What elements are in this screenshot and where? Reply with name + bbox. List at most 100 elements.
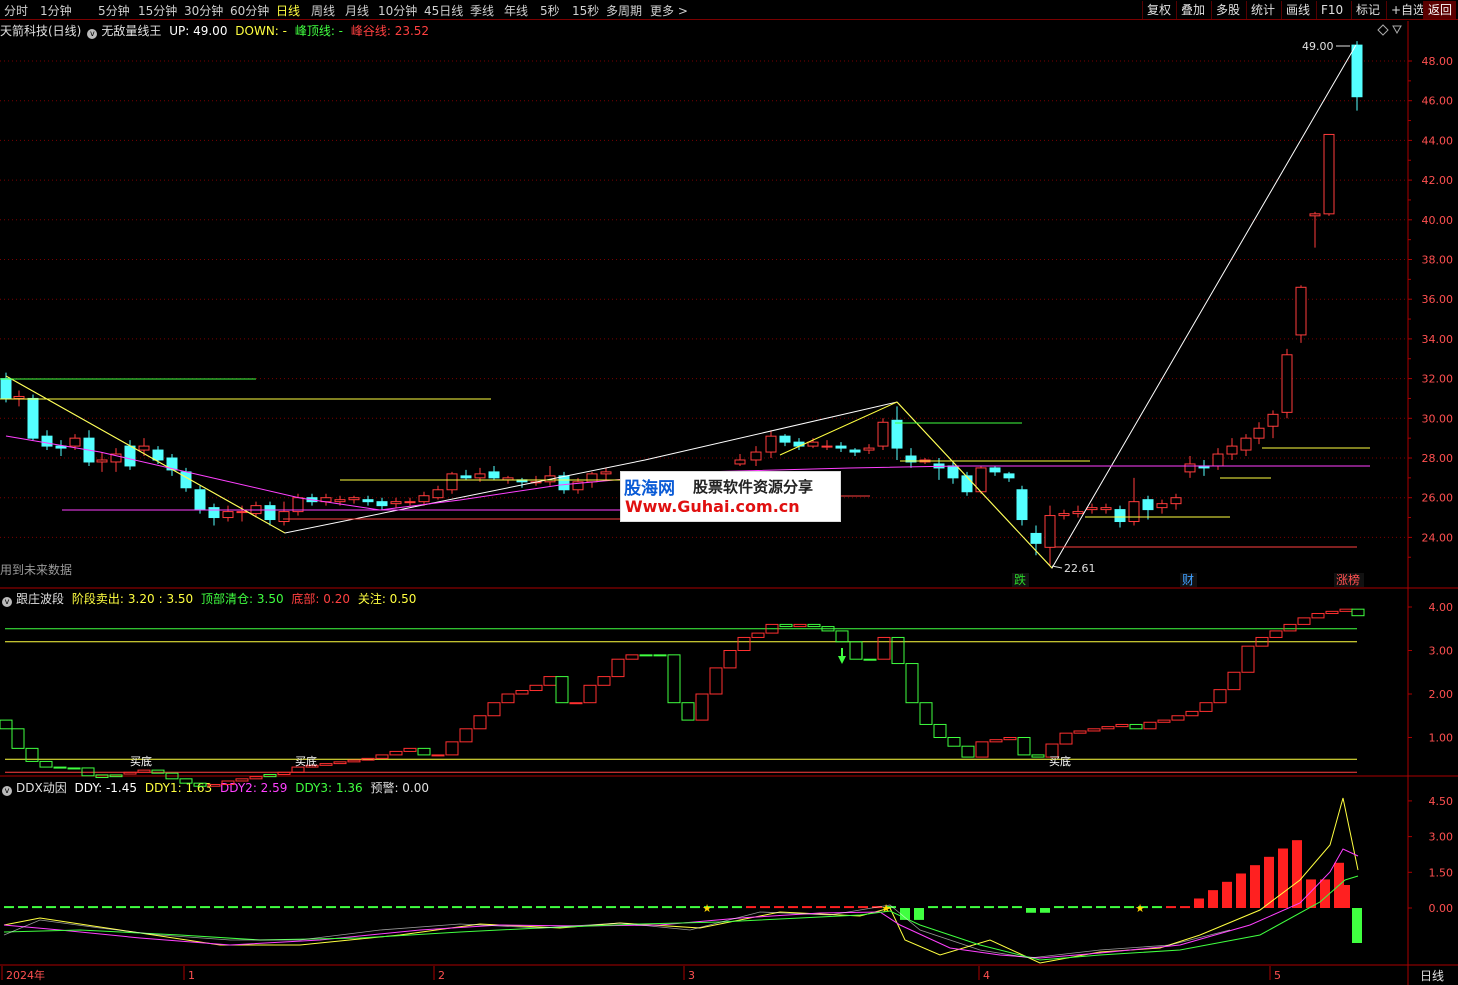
wave-step-box [1171, 715, 1185, 721]
y-tick-label: 42.00 [1422, 174, 1454, 187]
toolbar: 分时 1分钟 5分钟 15分钟 30分钟 60分钟 日线 周线 月线 10分钟 … [0, 0, 1458, 20]
y-tick-label: 28.00 [1422, 452, 1454, 465]
wave-step-box [389, 750, 403, 756]
ddx-bar [46, 906, 56, 909]
mark-button[interactable]: 标记 [1351, 1, 1384, 19]
candle-body [460, 475, 472, 479]
back-button[interactable]: 返回 [1423, 1, 1457, 19]
peak-line-value: 峰顶线: - [294, 24, 344, 38]
wave-step-box [821, 626, 835, 632]
tab-daily[interactable]: 日线 [276, 2, 300, 19]
tab-5min[interactable]: 5分钟 [98, 2, 130, 19]
ddx-bar [102, 906, 112, 909]
ddx-bar [928, 906, 938, 909]
ddx-bar [746, 906, 756, 909]
wave-step-box [891, 636, 905, 665]
ddx-bar [1250, 865, 1260, 908]
candle-body [600, 471, 612, 475]
wave-step-box [1255, 636, 1269, 647]
multi-stock-button[interactable]: 多股 [1211, 1, 1244, 19]
ddx-bar [1166, 906, 1176, 909]
ddx-bar [1068, 906, 1078, 909]
draw-line-button[interactable]: 画线 [1281, 1, 1314, 19]
ddx-bar [60, 906, 70, 909]
statistics-button[interactable]: 统计 [1246, 1, 1279, 19]
restore-rights-button[interactable]: 复权 [1142, 1, 1175, 19]
wave-step-box [653, 654, 667, 657]
wave-step-box [529, 684, 543, 692]
candle-body [390, 501, 402, 505]
period-label: 日线 [1420, 969, 1444, 983]
signal-tag-bg [1012, 573, 1029, 587]
tab-45day[interactable]: 45日线 [424, 2, 463, 19]
stage-sell-value2: : 3.50 [158, 592, 194, 606]
ddx-bar [242, 906, 252, 909]
indicator-menu-icon[interactable]: v [2, 597, 12, 607]
y-tick-label: 44.00 [1422, 134, 1454, 147]
ddx-bar [1292, 840, 1302, 908]
ddx-bar [410, 906, 420, 909]
ddx-bar [1082, 906, 1092, 909]
tab-quarterly[interactable]: 季线 [470, 2, 494, 19]
indicator-menu-icon[interactable]: v [87, 29, 98, 39]
ddx-bar [270, 906, 280, 909]
candle-body [821, 445, 833, 448]
wave-step-box [905, 663, 919, 704]
f10-button[interactable]: F10 [1316, 1, 1347, 19]
tab-monthly[interactable]: 月线 [345, 2, 369, 19]
candle-body [292, 497, 304, 513]
candle-body [1142, 499, 1154, 511]
panel3-header: v DDX动因 DDY: -1.45 DDY1: 1.63 DDY2: 2.59 … [0, 779, 433, 796]
wave-step-box [1073, 730, 1087, 734]
candle-body [1100, 507, 1112, 511]
indicator-menu-icon[interactable]: v [2, 786, 12, 796]
wave-step-box [459, 728, 473, 743]
ddx-bar [1306, 879, 1316, 908]
candle-body [793, 441, 805, 447]
ddx-bar [1096, 906, 1106, 909]
down-value: DOWN: - [235, 24, 287, 38]
ddx-bar [564, 906, 574, 909]
tab-15sec[interactable]: 15秒 [572, 2, 599, 19]
wave-step-box [319, 763, 333, 766]
candle-body [734, 459, 746, 465]
wave-steps [0, 608, 1365, 787]
tab-more[interactable]: 更多 > [650, 2, 688, 19]
stage-sell-value: 3.20 [127, 592, 155, 606]
tab-1min[interactable]: 1分钟 [40, 2, 72, 19]
candle-body [0, 378, 12, 399]
candle-body [1058, 513, 1070, 517]
tab-fenshi[interactable]: 分时 [4, 2, 28, 19]
tab-multi-period[interactable]: 多周期 [606, 2, 642, 19]
candle-body [1323, 133, 1335, 215]
wave-step-box [1045, 743, 1059, 758]
candle-body [250, 505, 262, 515]
wave-step-box [1213, 689, 1227, 704]
wave-step-box [263, 773, 277, 778]
candle-body [180, 471, 192, 489]
tab-yearly[interactable]: 年线 [504, 2, 528, 19]
candle-body [572, 481, 584, 491]
ddx-bar [18, 906, 28, 909]
tab-30min[interactable]: 30分钟 [184, 2, 223, 19]
signal-tag: 财 [1182, 573, 1194, 587]
candle-body [1044, 515, 1056, 548]
tab-15min[interactable]: 15分钟 [138, 2, 177, 19]
tab-5sec[interactable]: 5秒 [540, 2, 560, 19]
candle-body [877, 421, 889, 447]
candle-body [83, 437, 95, 463]
tab-10min[interactable]: 10分钟 [378, 2, 417, 19]
tab-60min[interactable]: 60分钟 [230, 2, 269, 19]
wave-step-box [0, 719, 13, 730]
candle-body [807, 441, 819, 447]
ddx-bar [354, 906, 364, 909]
ddx-bar [382, 906, 392, 909]
ddx-bar [396, 906, 406, 909]
overlay-button[interactable]: 叠加 [1176, 1, 1209, 19]
wave-step-box [639, 654, 653, 657]
ddx-bar [1012, 906, 1022, 909]
ddx-bar [88, 906, 98, 909]
wave-step-box [11, 728, 25, 749]
wave-step-box [1311, 613, 1325, 619]
tab-weekly[interactable]: 周线 [311, 2, 335, 19]
